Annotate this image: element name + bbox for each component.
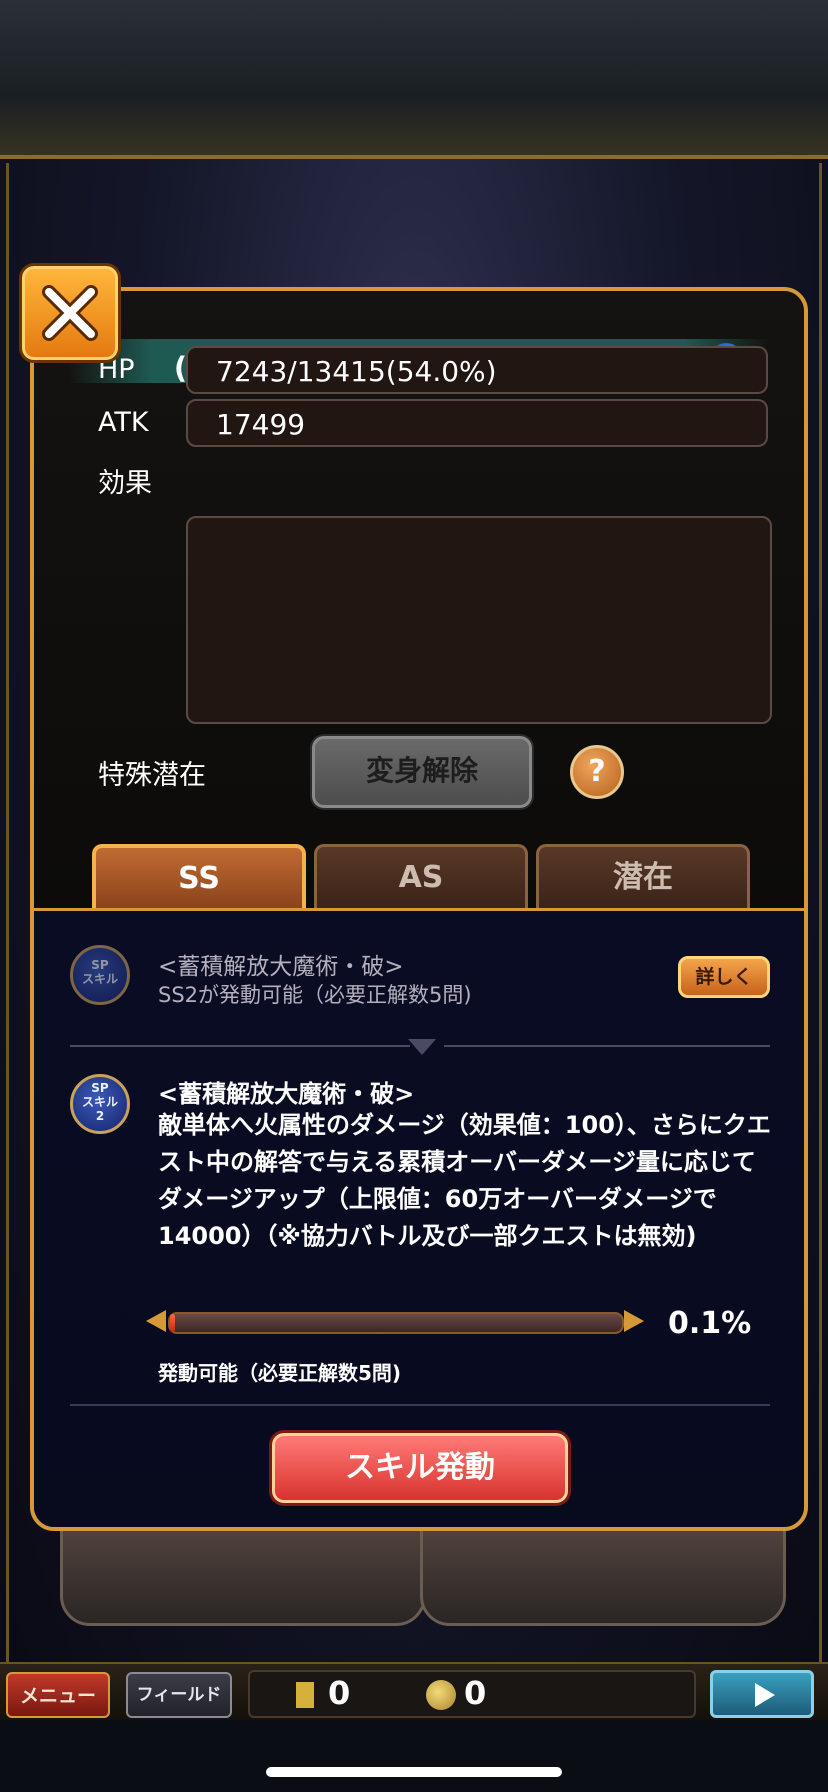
home-indicator[interactable] (266, 1767, 562, 1777)
hp-value: 7243/13415(54.0%) (186, 346, 768, 394)
skill-summary-name: <蓄積解放大魔術・破> (158, 954, 404, 980)
skill-summary-subtitle: SS2が発動可能（必要正解数5問) (158, 983, 472, 1007)
close-button[interactable] (22, 266, 118, 360)
tab-as[interactable]: AS (314, 844, 528, 908)
divider (444, 1045, 770, 1047)
coin-count: 0 (464, 1674, 487, 1712)
gauge-percent: 0.1% (668, 1306, 752, 1341)
chevron-down-icon (408, 1039, 436, 1055)
effect-label: 効果 (98, 468, 152, 499)
card-count: 0 (328, 1674, 351, 1712)
atk-value: 17499 (186, 399, 768, 447)
transform-release-button[interactable]: 変身解除 (312, 736, 532, 808)
special-potential-label: 特殊潜在 (98, 760, 206, 791)
sp-badge-line2: スキル (81, 972, 118, 986)
sp-badge-line1: SP (91, 958, 109, 972)
skill-panel: SP スキル <蓄積解放大魔術・破> SS2が発動可能（必要正解数5問) 詳しく… (34, 908, 804, 1527)
overdamage-gauge (146, 1304, 646, 1338)
sp-badge-line1: SP (91, 1081, 109, 1095)
gauge-track (168, 1312, 624, 1334)
sp-skill-2-icon: SP スキル 2 (70, 1074, 130, 1134)
skill-detail-name: <蓄積解放大魔術・破> (158, 1080, 415, 1108)
activation-condition: 発動可能（必要正解数5問) (158, 1361, 402, 1385)
skill-activate-button[interactable]: スキル発動 (272, 1433, 568, 1503)
card-icon (296, 1682, 314, 1708)
details-button[interactable]: 詳しく (678, 956, 770, 998)
modal-status-section: (変身中）謹賀新年！ アレスちゃん HP 7243/13415(54.0%) A… (34, 291, 804, 908)
play-arrow-button[interactable] (710, 1670, 814, 1718)
tab-potential[interactable]: 潜在 (536, 844, 750, 908)
bottom-bar: メニュー フィールド 0 0 (0, 1662, 828, 1720)
gauge-fill (170, 1314, 175, 1332)
character-detail-modal: (変身中）謹賀新年！ アレスちゃん HP 7243/13415(54.0%) A… (30, 287, 808, 1531)
menu-button[interactable]: メニュー (6, 1672, 110, 1718)
divider (70, 1045, 410, 1047)
sp-skill-icon: SP スキル (70, 945, 130, 1005)
skill-description: 敵単体へ火属性のダメージ（効果値：100）、さらにクエスト中の解答で与える累積オ… (158, 1111, 771, 1250)
sp-badge-line3: 2 (95, 1109, 105, 1123)
help-button[interactable]: ? (570, 745, 624, 799)
tab-ss[interactable]: SS (92, 844, 306, 908)
field-button[interactable]: フィールド (126, 1672, 232, 1718)
divider (70, 1404, 770, 1406)
effect-box (186, 516, 772, 724)
top-background (0, 0, 828, 160)
atk-label: ATK (98, 407, 149, 438)
gauge-cap-right (624, 1310, 644, 1332)
counter-panel: 0 0 (248, 1670, 696, 1718)
close-icon (42, 285, 98, 341)
gauge-cap-left (146, 1310, 166, 1332)
sp-badge-line2: スキル (81, 1095, 118, 1109)
coin-icon (426, 1680, 456, 1710)
